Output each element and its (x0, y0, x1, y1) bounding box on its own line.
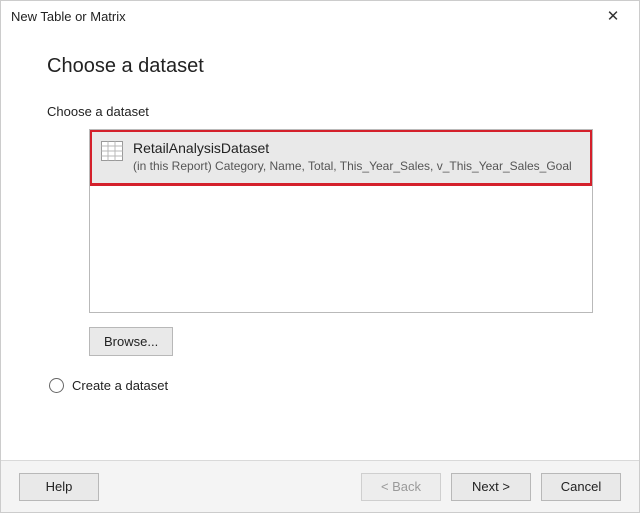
dataset-area: RetailAnalysisDataset (in this Report) C… (89, 129, 593, 356)
radio-icon[interactable] (49, 378, 64, 393)
browse-button[interactable]: Browse... (89, 327, 173, 356)
cancel-button[interactable]: Cancel (541, 473, 621, 501)
create-dataset-label: Create a dataset (72, 378, 168, 393)
next-button[interactable]: Next > (451, 473, 531, 501)
table-icon (101, 141, 123, 164)
page-heading: Choose a dataset (47, 55, 599, 78)
choose-dataset-label: Choose a dataset (47, 104, 599, 119)
help-button[interactable]: Help (19, 473, 99, 501)
dataset-item[interactable]: RetailAnalysisDataset (in this Report) C… (90, 130, 592, 185)
back-button: < Back (361, 473, 441, 501)
dataset-listbox[interactable]: RetailAnalysisDataset (in this Report) C… (89, 129, 593, 313)
dialog-footer: Help < Back Next > Cancel (1, 460, 639, 512)
titlebar: New Table or Matrix ✕ (1, 1, 639, 31)
dialog-content: Choose a dataset Choose a dataset Retail… (1, 31, 639, 460)
create-dataset-option[interactable]: Create a dataset (49, 378, 599, 393)
dataset-meta: (in this Report) Category, Name, Total, … (133, 158, 581, 174)
window-title: New Table or Matrix (11, 9, 126, 24)
close-icon[interactable]: ✕ (593, 7, 633, 25)
dataset-name: RetailAnalysisDataset (133, 139, 581, 157)
dataset-item-text: RetailAnalysisDataset (in this Report) C… (133, 139, 581, 174)
